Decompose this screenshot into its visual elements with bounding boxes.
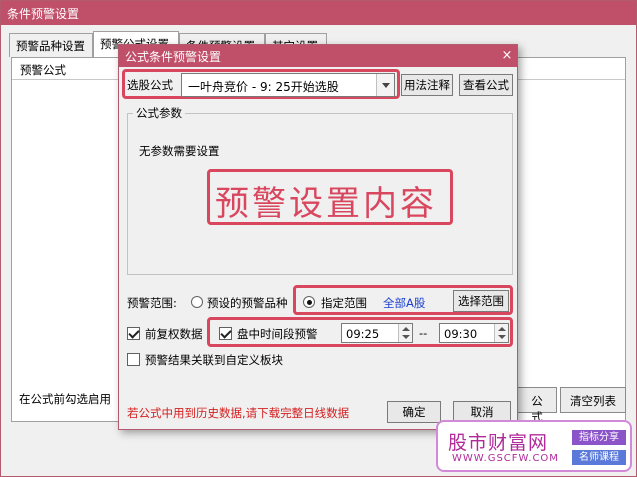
link-block-label: 预警结果关联到自定义板块 xyxy=(145,353,283,367)
spin-down-icon[interactable] xyxy=(402,335,410,339)
time-end-value: 09:30 xyxy=(444,327,478,341)
overlay-caption: 预警设置内容 xyxy=(215,184,437,224)
period-alert-checkbox[interactable] xyxy=(219,327,232,340)
range-preset-radio[interactable] xyxy=(191,296,203,308)
range-preset-label: 预设的预警品种 xyxy=(207,296,288,310)
time-end-input[interactable]: 09:30 xyxy=(439,323,509,343)
tab-variety-settings[interactable]: 预警品种设置 xyxy=(9,33,93,57)
ok-button[interactable]: 确定 xyxy=(387,401,441,423)
close-icon[interactable]: × xyxy=(499,48,515,64)
link-block-checkbox[interactable] xyxy=(127,353,140,366)
time-start-stepper[interactable] xyxy=(398,324,412,342)
spin-up-icon[interactable] xyxy=(402,327,410,331)
formula-condition-dialog: 公式条件预警设置 × 选股公式 一叶舟竞价 - 9: 25开始选股 用法注释 查… xyxy=(118,44,518,430)
period-alert-label: 盘中时间段预警 xyxy=(237,327,318,341)
range-specified-label: 指定范围 xyxy=(321,296,367,310)
site-logo: 股市财富网 WWW.GSCFW.COM 指标分享 名师课程 xyxy=(436,420,632,472)
formula-button[interactable]: 公式 xyxy=(517,387,557,424)
spin-down-icon[interactable] xyxy=(498,335,506,339)
spin-up-icon[interactable] xyxy=(498,327,506,331)
formula-select-value: 一叶舟竞价 - 9: 25开始选股 xyxy=(188,80,339,94)
params-text: 无参数需要设置 xyxy=(139,144,220,158)
time-end-stepper[interactable] xyxy=(494,324,508,342)
time-start-input[interactable]: 09:25 xyxy=(341,323,413,343)
usage-notes-button[interactable]: 用法注释 xyxy=(401,74,453,96)
logo-main-text: 股市财富网 xyxy=(448,432,549,454)
chevron-down-icon[interactable] xyxy=(376,74,394,96)
adjust-data-checkbox[interactable] xyxy=(127,327,140,340)
formula-select[interactable]: 一叶舟竞价 - 9: 25开始选股 xyxy=(181,73,395,97)
range-specified-radio[interactable] xyxy=(303,296,315,308)
view-formula-button[interactable]: 查看公式 xyxy=(459,74,513,96)
formula-label: 选股公式 xyxy=(127,78,173,92)
clear-list-button[interactable]: 清空列表 xyxy=(560,387,626,413)
select-range-button[interactable]: 选择范围 xyxy=(453,290,509,312)
logo-tag-indicators: 指标分享 xyxy=(572,430,626,445)
enable-hint-label: 在公式前勾选启用 xyxy=(19,392,111,406)
dialog-title: 公式条件预警设置 xyxy=(119,45,517,67)
params-group-title: 公式参数 xyxy=(133,105,185,121)
outer-window-title: 条件预警设置 xyxy=(1,1,636,25)
history-data-warning: 若公式中用到历史数据,请下载完整日线数据 xyxy=(127,406,350,420)
time-separator: -- xyxy=(419,326,428,340)
range-value: 全部A股 xyxy=(383,296,426,310)
time-start-value: 09:25 xyxy=(346,327,380,341)
range-label: 预警范围: xyxy=(127,296,177,310)
logo-url-text: WWW.GSCFW.COM xyxy=(452,453,559,464)
logo-tag-courses: 名师课程 xyxy=(572,450,626,465)
adjust-data-label: 前复权数据 xyxy=(145,327,203,341)
